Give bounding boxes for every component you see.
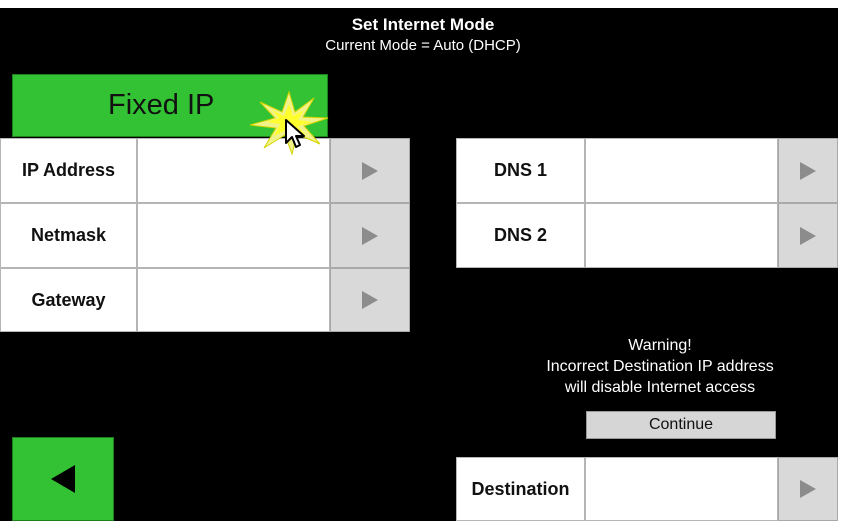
- right-border: [838, 0, 846, 521]
- right-arrow-icon: [800, 226, 816, 245]
- right-arrow-icon: [800, 480, 816, 498]
- warning-title: Warning!: [628, 337, 692, 354]
- dns2-field[interactable]: [585, 203, 778, 268]
- netmask-edit-button[interactable]: [330, 203, 410, 268]
- warning-line-1: Incorrect Destination IP address: [546, 358, 774, 375]
- back-arrow-icon: [51, 465, 75, 493]
- dns1-label: DNS 1: [456, 138, 585, 203]
- right-arrow-icon: [362, 226, 378, 245]
- destination-edit-button[interactable]: [778, 457, 838, 521]
- destination-label: Destination: [456, 457, 585, 521]
- current-mode-text: Current Mode = Auto (DHCP): [325, 37, 521, 54]
- right-arrow-icon: [800, 161, 816, 180]
- gateway-edit-button[interactable]: [330, 268, 410, 332]
- ip-address-edit-button[interactable]: [330, 138, 410, 203]
- netmask-label: Netmask: [0, 203, 137, 268]
- dns1-field[interactable]: [585, 138, 778, 203]
- gateway-label: Gateway: [0, 268, 137, 332]
- dns1-edit-button[interactable]: [778, 138, 838, 203]
- back-button[interactable]: [12, 437, 114, 521]
- continue-button[interactable]: Continue: [586, 411, 776, 439]
- warning-line-2: will disable Internet access: [564, 379, 756, 396]
- right-arrow-icon: [362, 161, 378, 180]
- fixed-ip-label: Fixed IP: [108, 89, 215, 121]
- page-title: Set Internet Mode: [351, 15, 495, 34]
- ip-address-label: IP Address: [0, 138, 137, 203]
- gateway-field[interactable]: [137, 268, 330, 332]
- top-border: [0, 0, 846, 8]
- mouse-cursor-icon: [285, 119, 305, 148]
- warning-message: Warning! Incorrect Destination IP addres…: [505, 335, 815, 398]
- dns2-label: DNS 2: [456, 203, 585, 268]
- dns2-edit-button[interactable]: [778, 203, 838, 268]
- netmask-field[interactable]: [137, 203, 330, 268]
- destination-field[interactable]: [585, 457, 778, 521]
- right-arrow-icon: [362, 291, 378, 309]
